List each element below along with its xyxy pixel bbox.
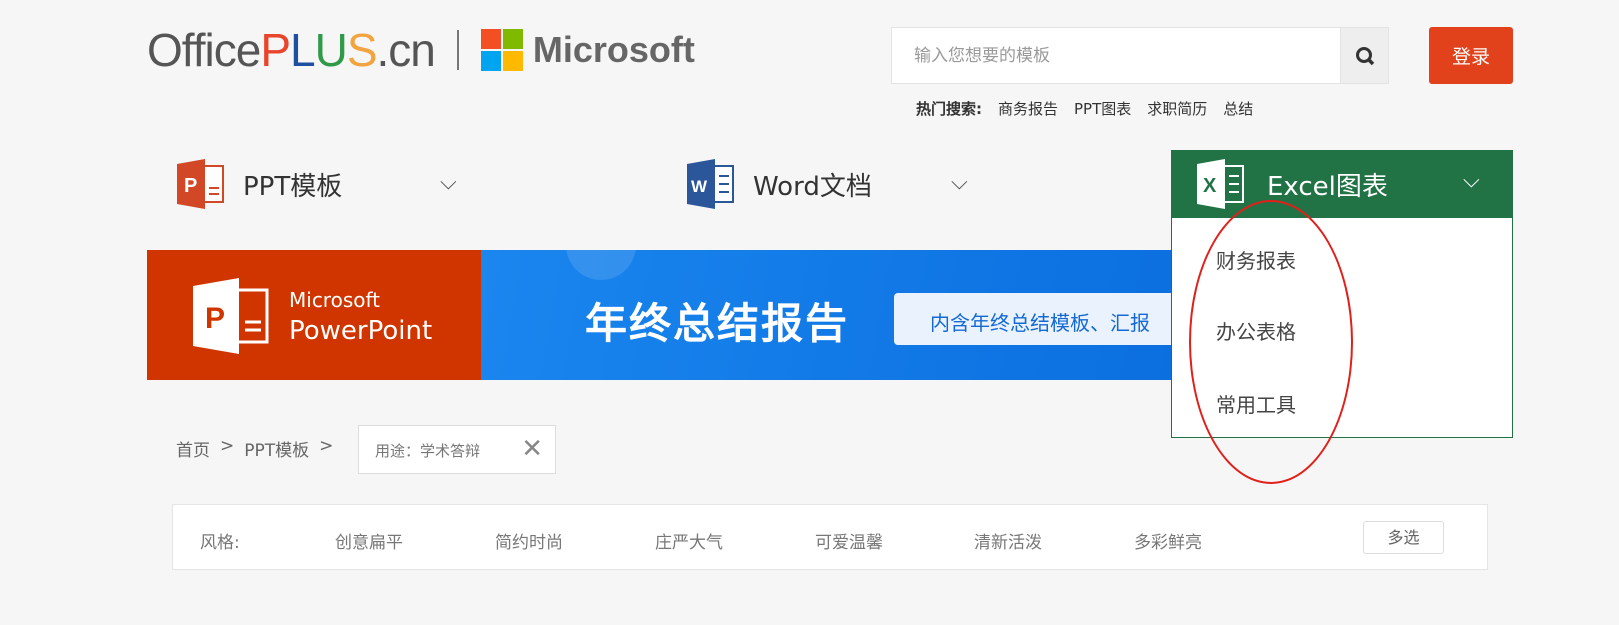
red-annotation-circle [1189,200,1353,484]
svg-text:W: W [691,177,708,196]
login-button[interactable]: 登录 [1429,27,1513,84]
filter-label: 风格: [200,533,240,553]
search-button[interactable] [1340,28,1388,83]
banner-powerpoint-panel: P Microsoft PowerPoint [147,250,481,380]
banner-microsoft: Microsoft [289,288,381,312]
nav-excel[interactable]: X Excel图表 ⌵ [1171,150,1513,218]
chevron-down-icon[interactable]: ⌵ [1463,168,1480,193]
filter-option[interactable]: 可爱温馨 [815,528,883,553]
logo-cn: .cn [376,24,436,76]
close-icon[interactable]: ✕ [521,434,543,464]
hot-link[interactable]: 商务报告 [998,98,1058,119]
filter-option[interactable]: 创意扁平 [335,528,403,553]
multi-select-button[interactable]: 多选 [1363,521,1444,554]
filter-option[interactable]: 简约时尚 [495,528,563,553]
banner-subtitle: 内含年终总结模板、汇报 [894,293,1171,345]
logo-divider [456,30,459,70]
svg-text:P: P [184,175,197,197]
filter-tag: 用途：学术答辩 ✕ [358,425,556,474]
hot-link[interactable]: PPT图表 [1074,98,1131,119]
microsoft-logo-icon [480,29,523,71]
svg-text:P: P [205,302,225,335]
hot-searches: 热门搜索: 商务报告 PPT图表 求职简历 总结 [916,98,1253,119]
breadcrumb-sep: > [220,436,235,456]
hot-link[interactable]: 求职简历 [1147,98,1207,119]
logo-u: U [314,24,348,76]
logo-office: Office [147,24,261,76]
filter-option[interactable]: 多彩鲜亮 [1134,528,1202,553]
search-input[interactable] [892,28,1340,83]
nav-word[interactable]: W Word文档 [685,150,872,218]
style-filter-bar: 风格: 创意扁平 简约时尚 庄严大气 可爱温馨 清新活泼 多彩鲜亮 多选 [172,504,1488,570]
nav-ppt[interactable]: P PPT模板 [175,150,342,218]
chevron-down-icon[interactable]: ⌵ [951,170,968,195]
svg-text:X: X [1203,175,1217,197]
breadcrumb: 首页 > PPT模板 > [176,436,333,461]
powerpoint-logo-icon: P [193,278,269,354]
breadcrumb-sep: > [319,436,334,456]
banner[interactable]: P Microsoft PowerPoint 年终总结报告 内含年终总结模板、汇… [147,250,1171,380]
nav-excel-label: Excel图表 [1267,171,1388,202]
filter-option[interactable]: 庄严大气 [655,528,723,553]
nav-word-label: Word文档 [753,171,872,202]
nav-ppt-label: PPT模板 [243,171,343,202]
word-icon: W [687,159,734,209]
search-icon [1355,46,1374,65]
microsoft-text: Microsoft [532,29,695,70]
banner-title: 年终总结报告 [585,299,850,348]
excel-icon: X [1197,159,1244,209]
banner-powerpoint: PowerPoint [289,316,433,346]
banner-promo: 年终总结报告 内含年终总结模板、汇报 [481,250,1171,380]
filter-option[interactable]: 清新活泼 [974,528,1042,553]
breadcrumb-home[interactable]: 首页 [176,436,210,461]
hot-link[interactable]: 总结 [1223,98,1253,119]
logo-l: L [290,24,316,76]
breadcrumb-ppt[interactable]: PPT模板 [244,436,309,461]
logo-p: P [260,24,291,76]
powerpoint-icon: P [177,159,224,209]
chevron-down-icon[interactable]: ⌵ [440,170,457,195]
officeplus-logo[interactable]: Office P L U S .cn Microsoft [147,22,695,78]
hot-label: 热门搜索: [916,100,982,118]
search-box [891,27,1389,84]
logo-s: S [346,24,378,76]
filter-tag-label: 用途：学术答辩 [375,442,481,460]
